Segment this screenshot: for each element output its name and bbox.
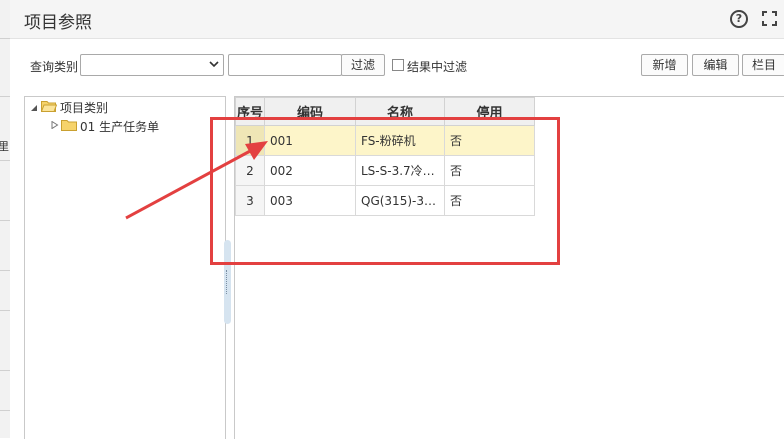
dialog-titlebar: 项目参照 ?	[10, 0, 784, 39]
background-text-fragment: 里	[0, 140, 9, 153]
divider	[0, 38, 10, 39]
collapsed-triangle-icon[interactable]	[51, 121, 59, 129]
divider	[0, 370, 10, 371]
columns-button[interactable]: 栏目	[742, 54, 784, 76]
tree-node-production-order[interactable]: 01 生产任务单	[80, 118, 159, 135]
chevron-down-icon	[209, 61, 219, 68]
divider	[0, 220, 10, 221]
annotation-highlight-box	[210, 117, 560, 265]
divider	[0, 310, 10, 311]
folder-open-icon	[41, 101, 57, 112]
edit-button[interactable]: 编辑	[692, 54, 739, 76]
dialog-title: 项目参照	[24, 13, 92, 33]
add-button[interactable]: 新增	[641, 54, 688, 76]
filter-in-results-label: 结果中过滤	[407, 60, 468, 74]
category-tree-panel: 项目类别 01 生产任务单	[24, 96, 226, 439]
filter-in-results-checkbox[interactable]	[392, 59, 404, 71]
grip-icon	[226, 270, 229, 294]
divider	[0, 410, 10, 411]
maximize-icon[interactable]	[762, 11, 777, 26]
expanded-triangle-icon[interactable]	[30, 104, 38, 112]
divider	[0, 96, 10, 97]
divider	[0, 160, 10, 161]
help-icon[interactable]: ?	[730, 10, 748, 28]
tree-node-project-category[interactable]: 项目类别	[60, 99, 108, 116]
folder-icon	[61, 120, 77, 131]
divider	[0, 270, 10, 271]
filter-button[interactable]: 过滤	[341, 54, 385, 76]
filter-input[interactable]	[228, 54, 342, 76]
query-category-select[interactable]	[80, 54, 224, 76]
query-category-label: 查询类别	[30, 60, 79, 74]
